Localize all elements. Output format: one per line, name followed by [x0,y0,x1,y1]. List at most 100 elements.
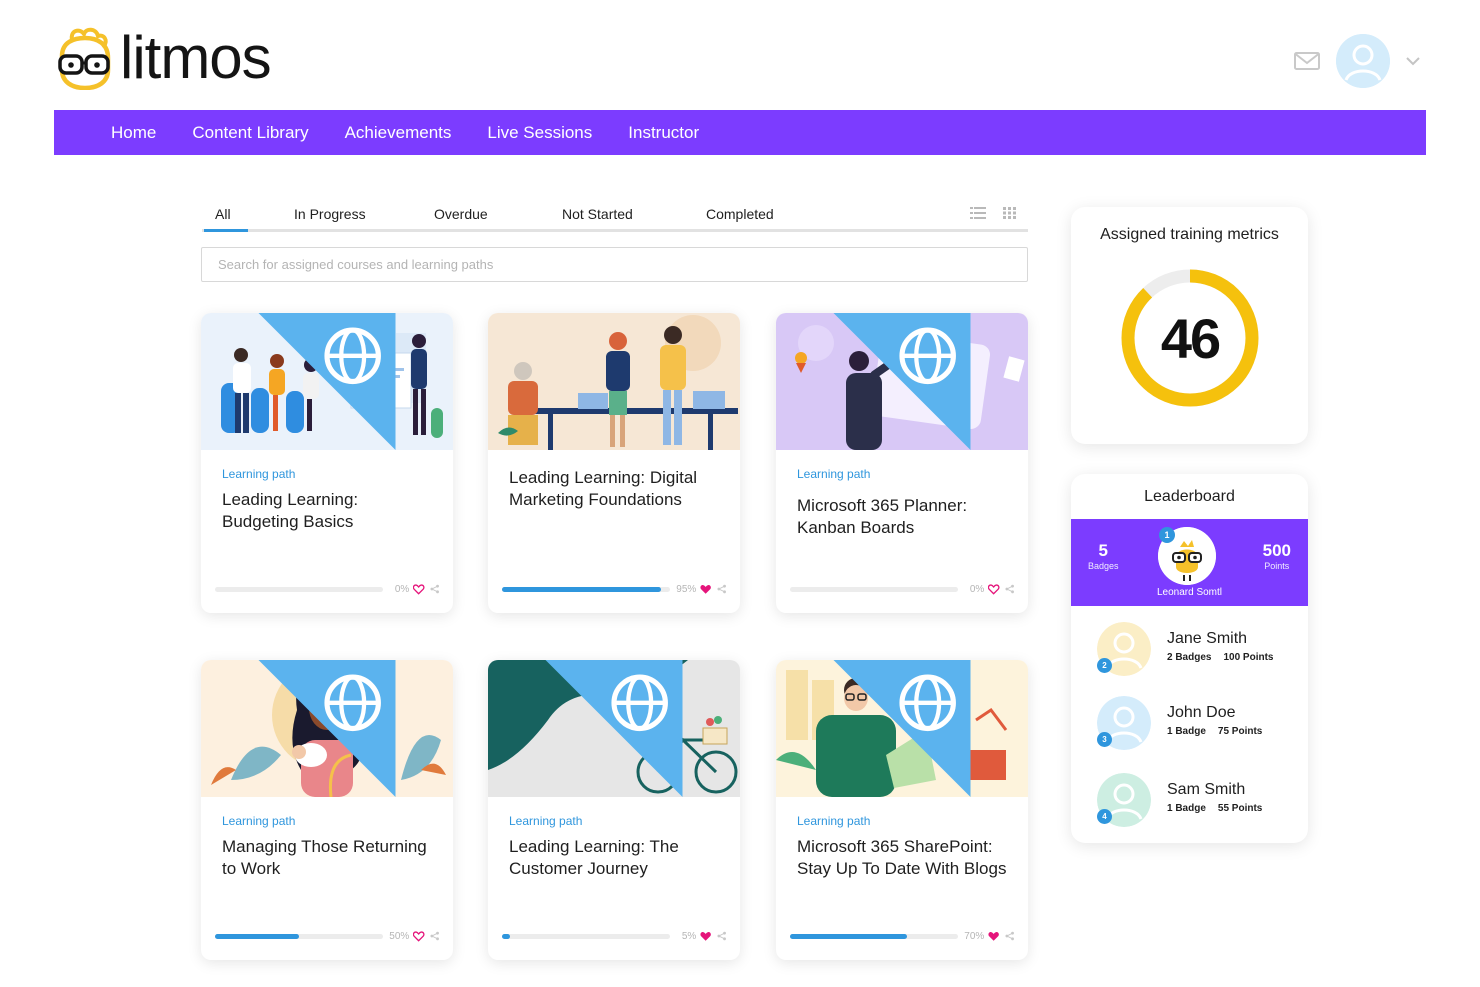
course-illustration [201,660,453,797]
nav-home[interactable]: Home [111,123,156,143]
metrics-value: 46 [1160,306,1221,370]
leaderboard-panel: Leaderboard 5 Badges 1 500 Points Leonar… [1071,474,1308,843]
share-icon[interactable] [430,931,439,941]
progress-bar [215,933,383,939]
progress-fill [502,933,511,939]
course-card[interactable]: Learning path Microsoft 365 SharePoint: … [776,660,1028,960]
tab-not-started[interactable]: Not Started [562,206,633,222]
progress-bar [502,586,670,592]
course-card[interactable]: Learning path Microsoft 365 Planner: Kan… [776,313,1028,613]
leader-points-label: Points [1264,561,1290,571]
share-icon[interactable] [717,584,726,594]
rank-badge: 1 [1159,527,1175,543]
progress-bar [790,933,958,939]
leaderboard-row[interactable]: 3 John Doe 1 Badge 75 Points [1097,696,1297,752]
user-avatar[interactable] [1336,34,1390,88]
leaderboard-name: John Doe [1167,704,1236,721]
rank-badge: 4 [1097,809,1112,824]
tab-overdue[interactable]: Overdue [434,206,488,222]
rank-badge: 2 [1097,658,1112,673]
heart-outline-icon[interactable] [988,583,1000,595]
mail-icon[interactable] [1294,51,1320,71]
badge-count: 1 Badge [1167,803,1206,814]
heart-outline-icon[interactable] [413,930,425,942]
course-card[interactable]: Learning path Leading Learning: The Cust… [488,660,740,960]
leader-points-count: 500 [1262,541,1291,560]
heart-outline-icon[interactable] [413,583,425,595]
share-icon[interactable] [1005,584,1014,594]
leaderboard-name: Sam Smith [1167,781,1246,798]
active-tab-indicator [204,229,248,232]
main-nav: Home Content Library Achievements Live S… [54,110,1426,155]
leaderboard-stats: 1 Badge 55 Points [1167,803,1262,814]
leaderboard-leader[interactable]: 5 Badges 1 500 Points Leonard Somtl [1071,519,1308,606]
points-count: 55 Points [1217,803,1263,814]
grid-view-icon[interactable] [1002,206,1018,220]
globe-icon [833,660,971,797]
progress-fill [790,933,908,939]
badge-count: 1 Badge [1167,726,1206,737]
progress-percent: 50% [389,930,410,942]
card-footer: 5% [502,930,726,942]
badge-count: 2 Badges [1167,652,1212,663]
share-icon[interactable] [1005,931,1014,941]
course-title[interactable]: Microsoft 365 Planner: Kanban Boards [797,495,1012,539]
globe-icon [258,313,396,450]
user-avatar-icon [1336,34,1390,88]
share-icon[interactable] [430,584,439,594]
course-title[interactable]: Leading Learning: The Customer Journey [509,836,724,880]
course-type-label: Learning path [797,467,871,481]
course-card[interactable]: Leading Learning: Digital Marketing Foun… [488,313,740,613]
progress-fill [502,586,662,592]
course-illustration [776,313,1028,450]
chevron-down-icon[interactable] [1406,56,1420,66]
heart-filled-icon[interactable] [700,931,712,942]
course-title[interactable]: Microsoft 365 SharePoint: Stay Up To Dat… [797,836,1012,880]
card-footer: 0% [215,583,439,595]
course-illustration [776,660,1028,797]
heart-filled-icon[interactable] [700,584,712,595]
progress-percent: 95% [676,583,697,595]
logo-wordmark: litmos [120,24,272,91]
rank-badge: 3 [1097,732,1112,747]
progress-percent: 70% [964,930,985,942]
search-input[interactable] [201,247,1028,282]
progress-fill [215,933,299,939]
course-illustration [201,313,453,450]
training-metrics-panel: Assigned training metrics 46 [1071,207,1308,444]
tab-in-progress[interactable]: In Progress [294,206,366,222]
card-footer: 0% [790,583,1014,595]
course-type-label: Learning path [222,467,296,481]
progress-percent: 0% [969,583,985,595]
litmos-logo[interactable]: litmos [56,24,272,91]
course-card[interactable]: Learning path Managing Those Returning t… [201,660,453,960]
course-title[interactable]: Leading Learning: Budgeting Basics [222,489,437,533]
heart-filled-icon[interactable] [988,931,1000,942]
tab-completed[interactable]: Completed [706,206,774,222]
globe-icon [833,313,971,450]
user-menu [1294,34,1420,88]
nav-live-sessions[interactable]: Live Sessions [487,123,592,143]
nav-achievements[interactable]: Achievements [345,123,452,143]
leaderboard-stats: 1 Badge 75 Points [1167,726,1262,737]
leader-name: Leonard Somtl [1156,587,1223,598]
course-type-label: Learning path [797,814,871,828]
course-type-label: Learning path [222,814,296,828]
nav-instructor[interactable]: Instructor [628,123,699,143]
leader-badges: 5 Badges [1088,541,1119,571]
course-title[interactable]: Leading Learning: Digital Marketing Foun… [509,467,724,511]
course-title[interactable]: Managing Those Returning to Work [222,836,437,880]
metrics-title: Assigned training metrics [1100,226,1279,243]
share-icon[interactable] [717,931,726,941]
tab-all[interactable]: All [215,206,231,222]
nav-content-library[interactable]: Content Library [192,123,308,143]
list-view-icon[interactable] [970,206,986,220]
progress-bar [790,586,958,592]
leaderboard-row[interactable]: 4 Sam Smith 1 Badge 55 Points [1097,773,1297,829]
leaderboard-row[interactable]: 2 Jane Smith 2 Badges 100 Points [1097,622,1297,678]
course-card[interactable]: Learning path Leading Learning: Budgetin… [201,313,453,613]
leaderboard-name: Jane Smith [1167,630,1248,647]
course-illustration [488,660,740,797]
leader-badges-count: 5 [1098,541,1108,560]
course-type-label: Learning path [509,814,583,828]
